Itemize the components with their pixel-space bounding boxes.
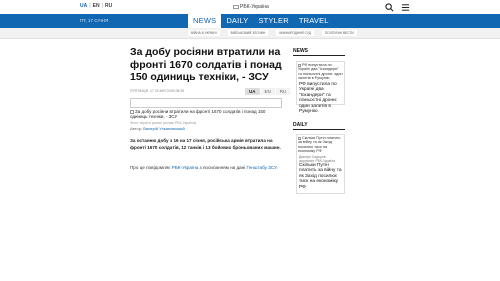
news-card-image: РФ випустила по Україні два "Іскандери" …	[297, 62, 344, 82]
article-lang-ru[interactable]: RU	[275, 88, 291, 95]
article-author: Автор: Валерій Ульяновський	[130, 126, 185, 131]
search-icon[interactable]	[385, 3, 394, 12]
tag-item[interactable]: ВІЙНА В УКРАЇНІ	[188, 30, 220, 36]
tab-styler[interactable]: STYLER	[253, 14, 293, 28]
author-label: Автор:	[130, 126, 143, 131]
tab-news[interactable]: NEWS	[188, 14, 222, 28]
tag-item[interactable]: ВІЙСЬКОВИЙ ЗЛОЧИН	[227, 30, 269, 36]
broken-image-icon	[298, 136, 301, 140]
sidebar-news-title[interactable]: NEWS	[293, 48, 308, 54]
menu-icon[interactable]	[401, 3, 410, 12]
article-paragraph: Про це повідомляє РБК-Україна з посиланн…	[130, 164, 282, 171]
news-card-image-alt: РФ випустила по Україні два "Іскандери" …	[298, 63, 343, 81]
sidebar-daily-title[interactable]: DAILY	[293, 122, 308, 128]
image-credit: Фото: втрати росіян (колаж РБК-Україна)	[130, 121, 197, 125]
source-link[interactable]: РБК-Україна	[172, 165, 198, 170]
article-lang-en[interactable]: EN	[260, 88, 275, 95]
article-date: П'ЯТНИЦЯ, 17 СІЧНЯ 2025 08:35	[130, 89, 185, 93]
tags-row: ВІЙНА В УКРАЇНІ ВІЙСЬКОВИЙ ЗЛОЧИН МІЖНАР…	[0, 28, 500, 39]
current-date: ПТ, 17 СІЧНЯ	[80, 18, 109, 23]
daily-card-image-alt: Скільки Путін платить за війну та як Зах…	[298, 136, 341, 154]
divider	[293, 55, 345, 56]
author-link[interactable]: Валерій Ульяновський	[143, 126, 185, 131]
daily-card-image: Скільки Путін платить за війну та як Зах…	[297, 135, 344, 155]
caption-text: За добу росіяни втратили на фронті 1670 …	[130, 109, 266, 120]
daily-card[interactable]: Скільки Путін платить за війну та як Зах…	[296, 134, 345, 194]
lang-en[interactable]: EN	[93, 3, 100, 9]
lang-separator: |	[89, 3, 91, 9]
lang-separator: |	[101, 3, 103, 9]
tab-travel[interactable]: TRAVEL	[294, 14, 334, 28]
broken-image-icon	[298, 63, 301, 67]
news-card[interactable]: РФ випустила по Україні два "Іскандери" …	[296, 61, 345, 114]
section-tabs: NEWS DAILY STYLER TRAVEL	[188, 14, 334, 28]
top-bar: UA | EN | RU РБК-Україна	[0, 0, 500, 14]
logo-text: РБК-Україна	[240, 4, 269, 10]
para-middle: з посиланням на дані	[198, 165, 247, 170]
tab-daily[interactable]: DAILY	[221, 14, 253, 28]
para-suffix: .	[276, 165, 278, 170]
broken-image-icon	[130, 109, 134, 114]
para-prefix: Про це повідомляє	[130, 165, 172, 170]
genshtab-link[interactable]: Генштабу ЗСУ	[247, 165, 277, 170]
site-logo[interactable]: РБК-Україна	[233, 4, 269, 10]
news-card-title[interactable]: РФ випустила по Україні два "Іскандери" …	[297, 82, 344, 117]
language-switcher: UA | EN | RU	[80, 3, 112, 9]
article-image-caption: За добу росіяни втратили на фронті 1670 …	[130, 109, 282, 120]
main-nav: ПТ, 17 СІЧНЯ NEWS DAILY STYLER TRAVEL	[0, 14, 500, 28]
tag-item[interactable]: ПОЛІТИЧНІ ВЕСТИ	[321, 30, 357, 36]
broken-image-icon	[233, 4, 239, 9]
daily-card-title[interactable]: Скільки Путін платить за війну та як Зах…	[297, 163, 344, 193]
lang-ua[interactable]: UA	[80, 3, 87, 9]
tag-item[interactable]: МІЖНАРОДНИЙ СУД	[276, 30, 314, 36]
article-lang-ua[interactable]: UA	[245, 88, 260, 95]
article-lang-switch: UA EN RU	[244, 88, 291, 95]
article-image-placeholder	[130, 98, 282, 108]
article-title: За добу росіяни втратили на фронті 1670 …	[130, 46, 282, 83]
lang-ru[interactable]: RU	[105, 3, 112, 9]
article-lead: За останню добу з 16 на 17 січня, російс…	[130, 138, 281, 150]
divider	[293, 129, 345, 130]
